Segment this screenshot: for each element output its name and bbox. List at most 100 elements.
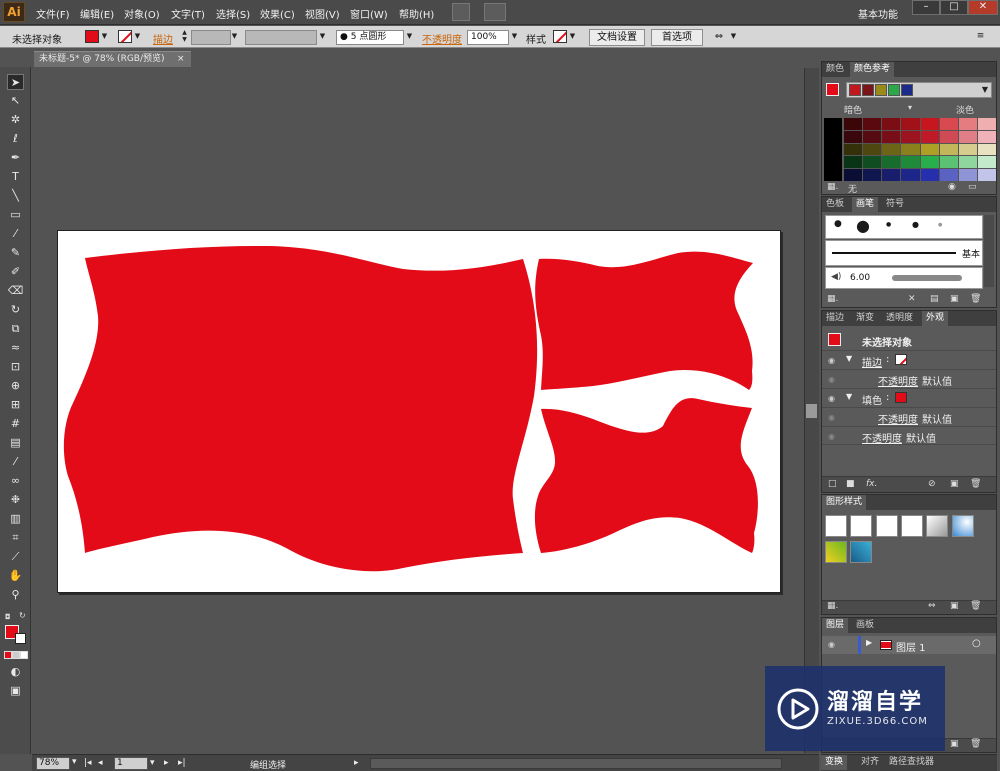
color-variation-cell[interactable] [882,130,901,143]
scale-tool-icon[interactable]: ⧉ [7,321,24,337]
style-blue-pattern-icon[interactable] [850,541,872,563]
free-transform-tool-icon[interactable]: ⊡ [7,359,24,375]
layer-row[interactable]: ◉ ▶ 图层 1 ○ [822,636,996,654]
color-variation-cell[interactable] [882,143,901,156]
selection-tool-icon[interactable]: ➤ [7,74,24,90]
appearance-stroke-row[interactable]: ◉ ▼ 描边 : [822,350,996,369]
harmony-color-swatch[interactable] [875,84,887,96]
pencil-tool-icon[interactable]: ✎ [7,245,24,261]
stroke-weight-field[interactable] [191,30,231,45]
stroke-swatch[interactable] [895,354,907,365]
style-yellow-pattern-icon[interactable] [825,541,847,563]
tab-layers[interactable]: 图层 [822,618,849,633]
brush-calligraphic-icon[interactable]: ● [912,220,919,229]
chevron-down-icon[interactable]: ▼ [405,30,414,43]
color-variation-cell[interactable] [844,130,863,143]
column-graph-tool-icon[interactable]: ▥ [7,511,24,527]
color-variation-cell[interactable] [977,156,996,169]
tab-artboards[interactable]: 画板 [852,618,878,633]
tab-color[interactable]: 颜色 [822,62,848,77]
flag-shape-large[interactable] [63,245,538,572]
mesh-tool-icon[interactable]: # [7,416,24,432]
color-variation-cell[interactable] [901,143,920,156]
last-page-icon[interactable]: ▸| [178,758,186,768]
style-glow-icon[interactable] [952,515,974,537]
rotate-tool-icon[interactable]: ↻ [7,302,24,318]
color-variation-cell[interactable] [844,143,863,156]
disclosure-triangle-icon[interactable]: ▼ [846,392,852,401]
color-variation-cell[interactable] [882,118,901,130]
rectangle-tool-icon[interactable]: ▭ [7,207,24,223]
delete-item-icon[interactable]: 🗑 [970,479,981,489]
panel-menu-icon[interactable]: ≡ [976,30,985,43]
expand-triangle-icon[interactable]: ▶ [866,638,872,647]
color-variation-cell[interactable] [958,118,977,130]
edit-colors-icon[interactable]: ◉ [948,182,956,192]
lasso-tool-icon[interactable]: ℓ [7,131,24,147]
screen-mode-icon[interactable]: ▣ [7,683,24,699]
type-tool-icon[interactable]: T [7,169,24,185]
tab-pathfinder[interactable]: 路径查找器 [885,755,938,770]
color-mode-icon[interactable] [4,651,12,659]
chevron-down-icon[interactable]: ▾ [72,757,77,767]
delete-style-icon[interactable]: 🗑 [970,601,981,611]
menu-window[interactable]: 窗口(W) [350,6,388,21]
tab-symbols[interactable]: 符号 [882,197,908,212]
draw-mode-icon[interactable]: ◐ [7,664,24,680]
scrollbar-thumb[interactable] [806,404,817,418]
add-stroke-icon[interactable]: □ [828,479,837,489]
tab-transparency[interactable]: 透明度 [882,311,917,326]
brush-definition-field[interactable]: ● 5 点圆形 [336,30,404,45]
flag-shape-top-right[interactable] [535,251,753,390]
prev-page-icon[interactable]: ◂ [98,758,103,768]
shape-builder-tool-icon[interactable]: ⊕ [7,378,24,394]
first-page-icon[interactable]: |◂ [84,758,92,768]
brush-small-dot-icon[interactable]: ● [834,219,842,229]
color-variation-cell[interactable] [882,156,901,169]
color-variation-cell[interactable] [939,169,958,181]
color-variation-cell[interactable] [901,118,920,130]
brush-panel-scrollbar[interactable] [984,215,994,287]
stroke-link[interactable]: 描边 [153,31,173,46]
add-fill-icon[interactable]: ■ [846,479,855,489]
menu-help[interactable]: 帮助(H) [399,6,434,21]
duplicate-item-icon[interactable]: ▣ [950,479,959,489]
blob-brush-tool-icon[interactable]: ✐ [7,264,24,280]
style-none-icon[interactable] [901,515,923,537]
warp-tool-icon[interactable]: ≈ [7,340,24,356]
tab-color-guide[interactable]: 颜色参考 [850,62,895,77]
document-setup-button[interactable]: 文档设置 [589,29,645,46]
chevron-down-icon[interactable]: ▼ [982,85,988,94]
gradient-mode-icon[interactable] [12,651,20,659]
tab-stroke[interactable]: 描边 [822,311,848,326]
color-variation-cell[interactable] [863,130,882,143]
color-variation-cell[interactable] [920,169,939,181]
color-variation-cell[interactable] [844,156,863,169]
color-variation-cell[interactable] [920,130,939,143]
menu-view[interactable]: 视图(V) [305,6,340,21]
fill-color-swatch[interactable] [85,30,99,43]
color-variation-cell[interactable] [977,169,996,181]
visibility-eye-icon[interactable]: ◉ [828,375,840,384]
menu-type[interactable]: 文字(T) [171,6,205,21]
color-variation-cell[interactable] [939,143,958,156]
color-variation-cell[interactable] [958,143,977,156]
menu-object[interactable]: 对象(O) [124,6,160,21]
delete-brush-icon[interactable]: 🗑 [970,294,981,304]
harmony-color-swatch[interactable] [862,84,874,96]
color-variation-cell[interactable] [920,143,939,156]
base-color-swatch[interactable] [826,83,839,96]
visibility-eye-icon[interactable]: ◉ [828,413,840,422]
appearance-fill-opacity-row[interactable]: ◉ 不透明度 默认值 [822,407,996,426]
hand-tool-icon[interactable]: ✋ [7,568,24,584]
maximize-button[interactable]: □ [940,0,968,15]
stroke-color-icon[interactable] [15,633,26,644]
color-variation-cell[interactable] [863,143,882,156]
style-swatch[interactable] [553,30,567,43]
stroke-link[interactable]: 描边 [862,354,882,369]
eyedropper-tool-icon[interactable]: ⁄ [7,454,24,470]
fill-swatch[interactable] [895,392,907,403]
delete-layer-icon[interactable]: 🗑 [970,739,981,749]
minimize-button[interactable]: – [912,0,940,15]
charcoal-brush-row[interactable]: ◀) 6.00 [825,267,983,289]
